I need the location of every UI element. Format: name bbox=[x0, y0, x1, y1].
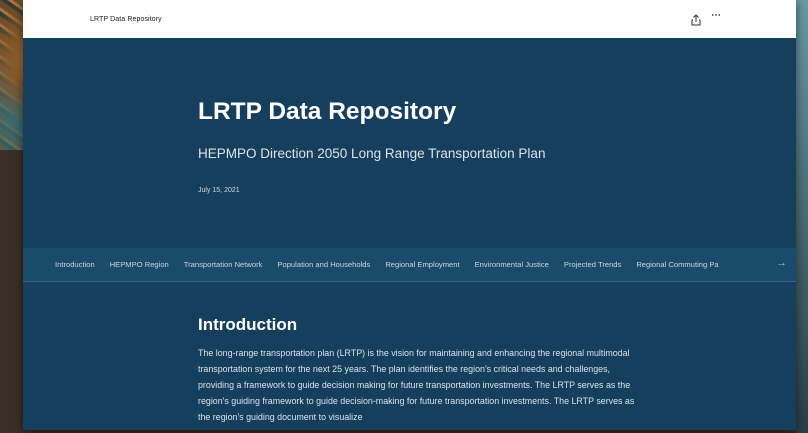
tab-regional-employment[interactable]: Regional Employment bbox=[385, 260, 459, 269]
app-title[interactable]: LRTP Data Repository bbox=[90, 16, 162, 23]
story-window: LRTP Data Repository ⋯ LRTP Data Reposit… bbox=[23, 0, 796, 430]
more-options-icon[interactable]: ⋯ bbox=[711, 10, 722, 21]
section-heading: Introduction bbox=[198, 315, 298, 334]
tab-population-and-households[interactable]: Population and Households bbox=[277, 260, 370, 269]
tab-transportation-network[interactable]: Transportation Network bbox=[184, 260, 263, 269]
background-edge bbox=[796, 0, 808, 433]
hero-banner: LRTP Data Repository HEPMPO Direction 20… bbox=[23, 38, 796, 248]
section-navigation: Introduction HEPMPO Region Transportatio… bbox=[23, 248, 796, 282]
top-bar: LRTP Data Repository ⋯ bbox=[23, 0, 796, 38]
section-body: The long-range transportation plan (LRTP… bbox=[198, 348, 635, 422]
page-title: LRTP Data Repository bbox=[198, 98, 457, 125]
tab-regional-commuting[interactable]: Regional Commuting Pa bbox=[636, 260, 724, 269]
publish-date: July 15, 2021 bbox=[198, 187, 240, 194]
intro-section: Introduction The long-range transportati… bbox=[23, 282, 796, 430]
tab-environmental-justice[interactable]: Environmental Justice bbox=[475, 260, 549, 269]
tab-projected-trends[interactable]: Projected Trends bbox=[564, 260, 621, 269]
nav-next-arrow-icon[interactable]: → bbox=[776, 257, 787, 269]
page-subtitle: HEPMPO Direction 2050 Long Range Transpo… bbox=[198, 146, 546, 161]
tab-introduction[interactable]: Introduction bbox=[55, 260, 95, 269]
nav-tabs: Introduction HEPMPO Region Transportatio… bbox=[55, 248, 739, 281]
share-icon[interactable] bbox=[691, 13, 701, 26]
tab-hepmpo-region[interactable]: HEPMPO Region bbox=[110, 260, 169, 269]
